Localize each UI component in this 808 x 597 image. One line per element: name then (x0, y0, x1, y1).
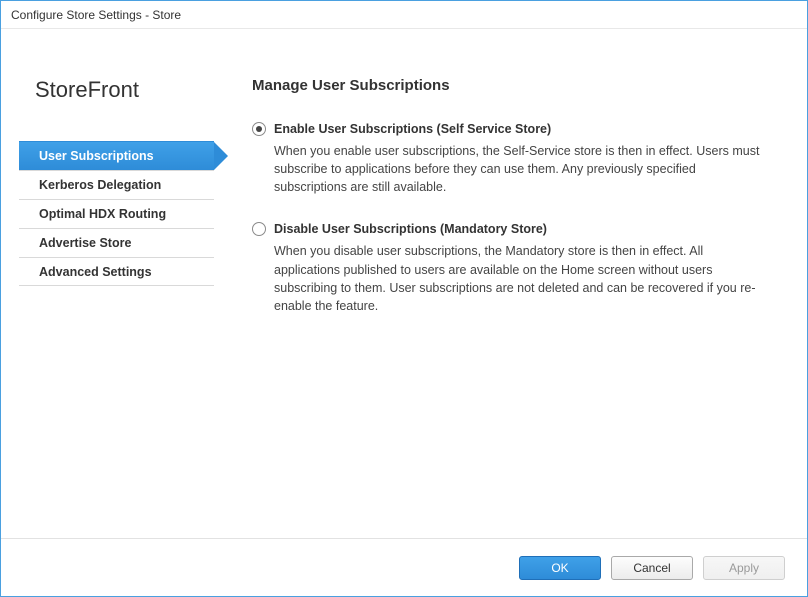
page-heading: Manage User Subscriptions (252, 77, 771, 94)
option-description: When you disable user subscriptions, the… (274, 242, 771, 315)
sidebar-item-kerberos-delegation[interactable]: Kerberos Delegation (19, 170, 214, 199)
radio-icon[interactable] (252, 222, 266, 236)
radio-row-disable[interactable]: Disable User Subscriptions (Mandatory St… (252, 222, 771, 236)
content-area: StoreFront User Subscriptions Kerberos D… (1, 29, 807, 538)
window-title: Configure Store Settings - Store (11, 8, 181, 22)
dialog-footer: OK Cancel Apply (1, 538, 807, 596)
main-panel: Manage User Subscriptions Enable User Su… (214, 47, 789, 538)
sidebar-item-advertise-store[interactable]: Advertise Store (19, 228, 214, 257)
radio-icon[interactable] (252, 122, 266, 136)
option-label: Disable User Subscriptions (Mandatory St… (274, 222, 547, 236)
sidebar-item-user-subscriptions[interactable]: User Subscriptions (19, 141, 214, 170)
dialog-window: Configure Store Settings - Store StoreFr… (0, 0, 808, 597)
sidebar-item-advanced-settings[interactable]: Advanced Settings (19, 257, 214, 286)
apply-button: Apply (703, 556, 785, 580)
sidebar-item-optimal-hdx-routing[interactable]: Optimal HDX Routing (19, 199, 214, 228)
ok-button[interactable]: OK (519, 556, 601, 580)
sidebar-item-label: Advanced Settings (39, 265, 152, 279)
sidebar-item-label: User Subscriptions (39, 149, 154, 163)
brand-title: StoreFront (35, 77, 214, 103)
option-disable-subscriptions: Disable User Subscriptions (Mandatory St… (252, 222, 771, 315)
sidebar: StoreFront User Subscriptions Kerberos D… (19, 47, 214, 538)
cancel-button[interactable]: Cancel (611, 556, 693, 580)
option-label: Enable User Subscriptions (Self Service … (274, 122, 551, 136)
sidebar-item-label: Advertise Store (39, 236, 131, 250)
sidebar-item-label: Kerberos Delegation (39, 178, 161, 192)
option-enable-subscriptions: Enable User Subscriptions (Self Service … (252, 122, 771, 196)
sidebar-item-label: Optimal HDX Routing (39, 207, 166, 221)
option-description: When you enable user subscriptions, the … (274, 142, 771, 196)
titlebar[interactable]: Configure Store Settings - Store (1, 1, 807, 29)
radio-row-enable[interactable]: Enable User Subscriptions (Self Service … (252, 122, 771, 136)
sidebar-nav: User Subscriptions Kerberos Delegation O… (19, 141, 214, 286)
